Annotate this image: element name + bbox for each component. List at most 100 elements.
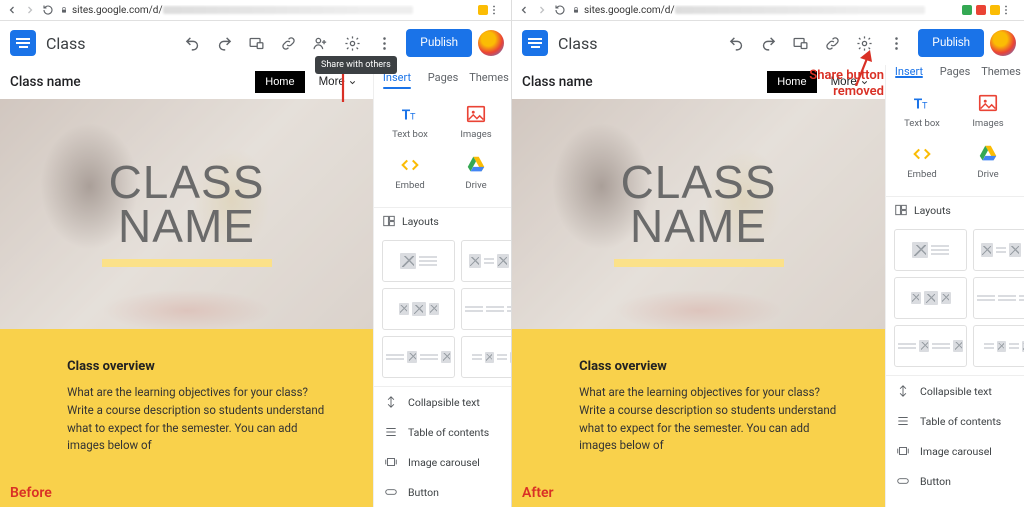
layout-option[interactable] [461, 336, 512, 378]
layout-option[interactable] [382, 336, 455, 378]
insert-toc[interactable]: Table of contents [374, 417, 512, 447]
overview-text[interactable]: What are the learning objectives for you… [579, 384, 848, 455]
tab-insert[interactable]: Insert [886, 65, 932, 78]
chrome-more-icon[interactable] [488, 4, 500, 16]
tool-drive[interactable]: Drive [956, 137, 1020, 186]
layout-option[interactable] [973, 229, 1024, 271]
settings-icon[interactable] [339, 30, 365, 56]
undo-icon[interactable] [723, 30, 749, 56]
annotation-note: Share button removed [809, 68, 884, 99]
extension-icon[interactable] [478, 5, 488, 15]
redo-icon[interactable] [755, 30, 781, 56]
sites-logo-icon[interactable] [522, 30, 548, 56]
overview-heading[interactable]: Class overview [67, 359, 336, 374]
tab-themes[interactable]: Themes [466, 65, 512, 89]
insert-collapsible[interactable]: Collapsible text [886, 376, 1024, 406]
tool-drive[interactable]: Drive [444, 148, 508, 197]
insert-toc[interactable]: Table of contents [886, 406, 1024, 436]
pane-after: After sites.google.com/d/ Class Publish [512, 0, 1024, 507]
hero-title[interactable]: CLASS NAME [102, 161, 272, 266]
back-icon[interactable] [6, 4, 18, 16]
layout-option[interactable] [382, 288, 455, 330]
publish-button[interactable]: Publish [406, 29, 472, 57]
overview-text[interactable]: What are the learning objectives for you… [67, 384, 336, 455]
avatar[interactable] [990, 30, 1016, 56]
hero-underline [614, 259, 784, 267]
app-bar: Class Publish [512, 21, 1024, 65]
reload-icon[interactable] [554, 4, 566, 16]
hero-title[interactable]: CLASS NAME [614, 161, 784, 266]
tab-pages[interactable]: Pages [420, 65, 466, 89]
page-name[interactable]: Class name [10, 74, 255, 90]
tool-embed[interactable]: Embed [890, 137, 954, 186]
preview-icon[interactable] [787, 30, 813, 56]
extension-icon[interactable] [962, 5, 972, 15]
insert-carousel[interactable]: Image carousel [374, 447, 512, 477]
layout-option[interactable] [973, 277, 1024, 319]
avatar[interactable] [478, 30, 504, 56]
canvas-area: Class name Home More CLASS NAME Cla [512, 65, 885, 507]
insert-button[interactable]: Button [886, 466, 1024, 496]
url-bar[interactable]: sites.google.com/d/ [72, 5, 474, 16]
layouts-header[interactable]: Layouts [886, 196, 1024, 223]
link-icon[interactable] [275, 30, 301, 56]
preview-icon[interactable] [243, 30, 269, 56]
home-nav-button[interactable]: Home [255, 71, 304, 93]
insert-divider[interactable]: Divider [886, 496, 1024, 507]
layout-option[interactable] [461, 288, 512, 330]
insert-carousel[interactable]: Image carousel [886, 436, 1024, 466]
doc-title[interactable]: Class [46, 34, 86, 53]
insert-sidebar: Insert Pages Themes TTText box Images Em… [373, 65, 512, 507]
tool-textbox[interactable]: TTText box [890, 86, 954, 135]
doc-title[interactable]: Class [558, 34, 598, 53]
tool-images[interactable]: Images [956, 86, 1020, 135]
undo-icon[interactable] [179, 30, 205, 56]
caption-before: Before [10, 485, 52, 501]
link-icon[interactable] [819, 30, 845, 56]
drive-icon [977, 143, 999, 165]
layout-option[interactable] [894, 325, 967, 367]
extension-icon[interactable] [976, 5, 986, 15]
more-icon[interactable] [883, 30, 909, 56]
extension-icon[interactable] [990, 5, 1000, 15]
layout-option[interactable] [894, 229, 967, 271]
hero-banner[interactable]: CLASS NAME [512, 99, 885, 329]
sites-logo-icon[interactable] [10, 30, 36, 56]
insert-button[interactable]: Button [374, 477, 512, 507]
url-bar[interactable]: sites.google.com/d/ [584, 5, 958, 16]
content-section[interactable]: Class overview What are the learning obj… [512, 329, 885, 507]
tool-images[interactable]: Images [444, 97, 508, 146]
forward-icon[interactable] [536, 4, 548, 16]
toc-icon [896, 414, 910, 428]
hero-banner[interactable]: CLASS NAME [0, 99, 373, 329]
drive-icon [465, 154, 487, 176]
share-tooltip: Share with others [315, 56, 397, 74]
images-icon [977, 92, 999, 114]
content-section[interactable]: Class overview What are the learning obj… [0, 329, 373, 507]
insert-sidebar: Insert Pages Themes TTText box Images Em… [885, 65, 1024, 507]
tab-pages[interactable]: Pages [932, 65, 978, 78]
forward-icon[interactable] [24, 4, 36, 16]
page-name[interactable]: Class name [522, 74, 767, 90]
tab-themes[interactable]: Themes [978, 65, 1024, 78]
share-icon[interactable] [307, 30, 333, 56]
tool-textbox[interactable]: TTText box [378, 97, 442, 146]
carousel-icon [384, 455, 398, 469]
redo-icon[interactable] [211, 30, 237, 56]
collapsible-icon [896, 384, 910, 398]
publish-button[interactable]: Publish [918, 29, 984, 57]
svg-text:T: T [410, 113, 416, 123]
layout-option[interactable] [973, 325, 1024, 367]
app-bar: Class Publish [0, 21, 512, 65]
overview-heading[interactable]: Class overview [579, 359, 848, 374]
tool-embed[interactable]: Embed [378, 148, 442, 197]
insert-collapsible[interactable]: Collapsible text [374, 387, 512, 417]
chrome-more-icon[interactable] [1000, 4, 1012, 16]
back-icon[interactable] [518, 4, 530, 16]
layout-option[interactable] [894, 277, 967, 319]
layouts-header[interactable]: Layouts [374, 207, 512, 234]
layout-option[interactable] [382, 240, 455, 282]
reload-icon[interactable] [42, 4, 54, 16]
layout-option[interactable] [461, 240, 512, 282]
more-icon[interactable] [371, 30, 397, 56]
